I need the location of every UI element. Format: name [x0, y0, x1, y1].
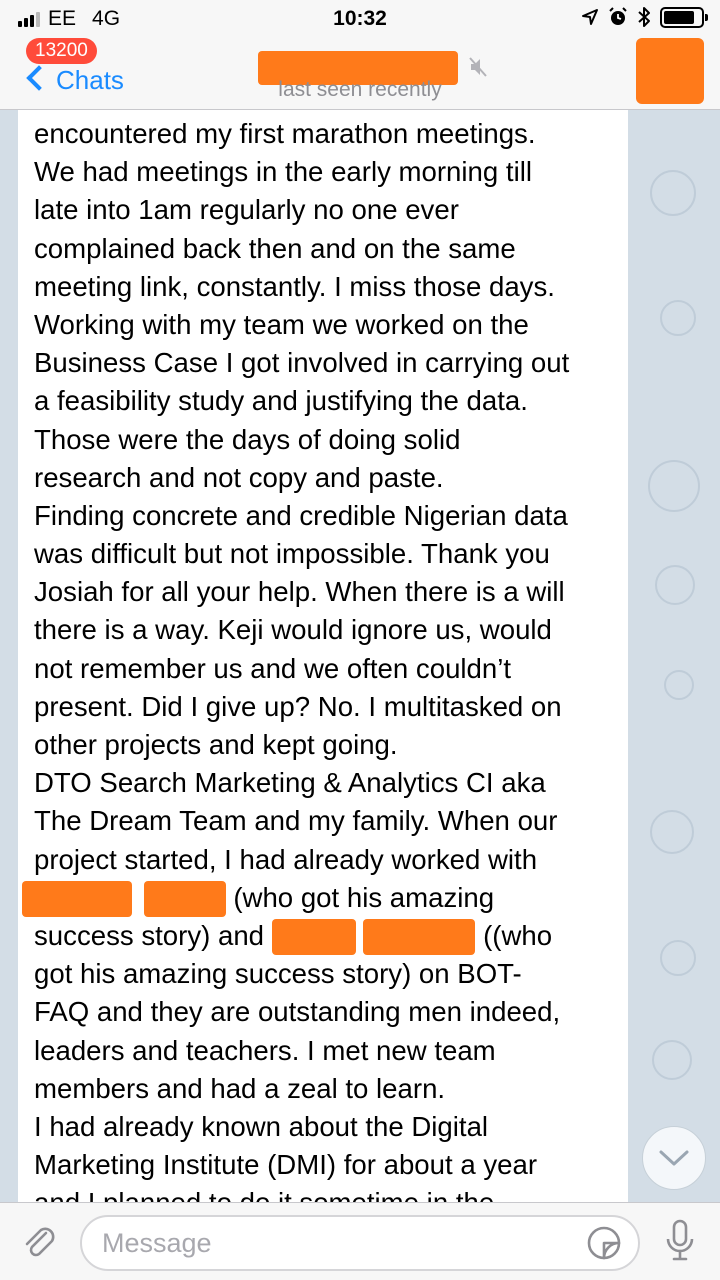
message-line: Marketing Institute (DMI) for about a ye…: [34, 1149, 538, 1181]
message-line-redacted: (who got his amazing: [22, 879, 620, 917]
message-line: and I planned to do it sometime in the: [34, 1184, 620, 1202]
alarm-icon: [609, 7, 627, 25]
message-input[interactable]: [80, 1215, 640, 1271]
battery-icon: [660, 6, 708, 28]
message-line: Business Case I got involved in carrying…: [34, 347, 570, 379]
message-line-redacted: success story) and ((who: [34, 917, 620, 955]
redacted-line-text: (who got his amazing: [233, 881, 495, 913]
message-line: members and had a zeal to learn.: [34, 1072, 446, 1104]
mute-icon: [469, 57, 487, 77]
paperclip-icon[interactable]: [18, 1221, 58, 1261]
message-line: was difficult but not impossible. Thank …: [34, 538, 550, 570]
sticker-icon[interactable]: [586, 1225, 622, 1261]
message-bubble[interactable]: encountered my first marathon meetings. …: [18, 110, 628, 1202]
redacted-name: [22, 880, 132, 917]
message-line: Finding concrete and credible Nigerian d…: [34, 499, 568, 531]
message-line: other projects and kept going.: [34, 729, 398, 760]
redacted-name: [143, 880, 226, 917]
bluetooth-icon: [638, 7, 650, 27]
status-right: [581, 6, 708, 28]
message-line: FAQ and they are outstanding men indeed,: [34, 996, 561, 1028]
background-doodle: [664, 670, 694, 700]
redacted-name: [271, 918, 356, 955]
message-line: DTO Search Marketing & Analytics CI aka: [34, 767, 546, 799]
message-line: Josiah for all your help. When there is …: [34, 576, 565, 608]
chat-status: last seen recently: [0, 78, 720, 102]
message-line: meeting link, constantly. I miss those d…: [34, 270, 555, 302]
chevron-down-icon: [659, 1150, 689, 1166]
message-line: present. Did I give up? No. I multitaske…: [34, 690, 562, 722]
background-doodle: [660, 940, 696, 976]
redacted-name: [363, 918, 476, 955]
chat-header: Chats 13200 last seen recently: [0, 38, 720, 110]
scroll-down-button[interactable]: [642, 1126, 706, 1190]
message-line: got his amazing success story) on BOT-: [34, 958, 522, 990]
unread-badge: 13200: [26, 38, 97, 64]
redacted-line-prefix: success story) and: [34, 919, 265, 951]
background-doodle: [650, 810, 694, 854]
message-line: leaders and teachers. I met new team: [34, 1034, 496, 1066]
background-doodle: [650, 170, 696, 216]
message-line: The Dream Team and my family. When our: [34, 805, 558, 837]
background-doodle: [655, 565, 695, 605]
message-line: We had meetings in the early morning til…: [34, 156, 532, 188]
avatar[interactable]: [636, 38, 704, 104]
status-bar: EE 4G 10:32: [0, 0, 720, 38]
message-line: research and not copy and paste.: [34, 461, 444, 493]
background-doodle: [652, 1040, 692, 1080]
last-seen-label: last seen recently: [278, 78, 442, 101]
message-composer: [0, 1202, 720, 1280]
message-line: project started, I had already worked wi…: [34, 843, 538, 875]
message-line: not remember us and we often couldn’t: [34, 652, 512, 684]
message-line: complained back then and on the same: [34, 232, 516, 264]
redacted-line-suffix: ((who: [483, 919, 553, 951]
background-doodle: [660, 300, 696, 336]
microphone-icon[interactable]: [664, 1219, 696, 1265]
location-icon: [582, 9, 598, 25]
message-line: late into 1am regularly no one ever: [34, 194, 459, 226]
message-line: there is a way. Keji would ignore us, wo…: [34, 614, 552, 646]
message-line: a feasibility study and justifying the d…: [34, 385, 528, 417]
chat-area[interactable]: encountered my first marathon meetings. …: [0, 110, 720, 1202]
message-line: I had already known about the Digital: [34, 1110, 489, 1142]
message-text: encountered my first marathon meetings. …: [22, 115, 620, 1202]
message-line: encountered my first marathon meetings.: [34, 118, 536, 149]
message-line: Those were the days of doing solid: [34, 423, 461, 455]
background-doodle: [648, 460, 700, 512]
message-line: Working with my team we worked on the: [34, 308, 529, 340]
